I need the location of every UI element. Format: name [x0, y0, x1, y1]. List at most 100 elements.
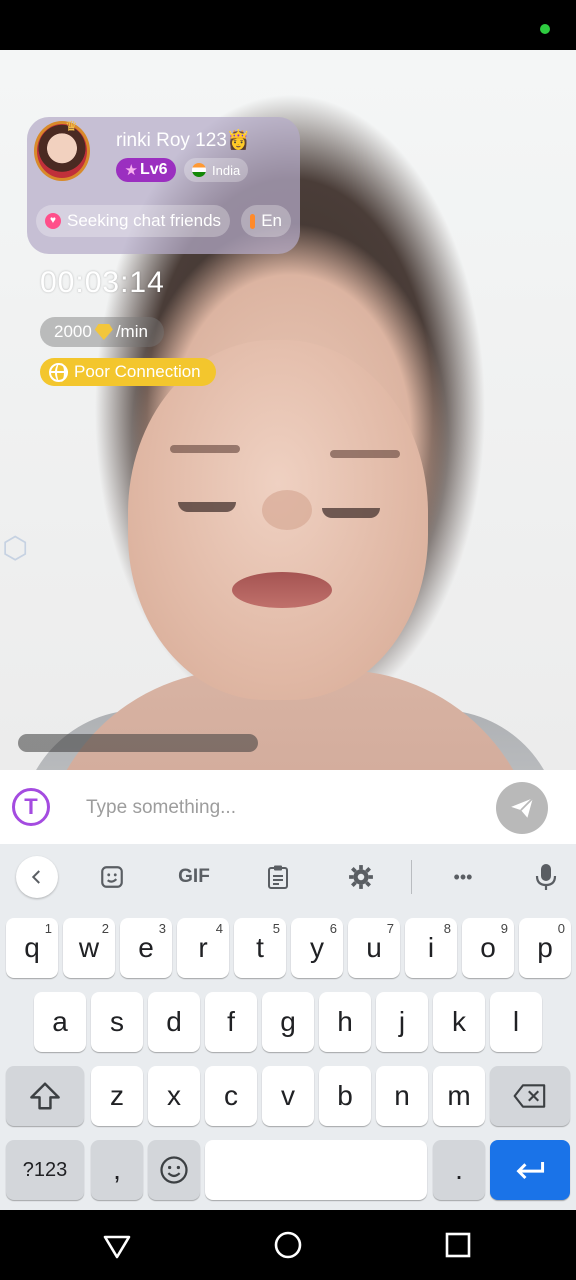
shift-key[interactable] [6, 1066, 84, 1126]
key-a[interactable]: a [34, 992, 86, 1052]
key-o[interactable]: o9 [462, 918, 514, 978]
key-hint: 8 [443, 921, 451, 936]
india-flag-icon [192, 163, 206, 177]
camera-indicator-icon [540, 24, 550, 34]
shift-arrow-icon [30, 1082, 60, 1110]
key-label: o [480, 932, 496, 963]
key-t[interactable]: t5 [234, 918, 286, 978]
gift-box-icon[interactable]: ⬡ [2, 532, 32, 566]
gif-button[interactable]: GIF [172, 856, 216, 898]
key-label: e [138, 932, 154, 963]
emoji-key[interactable] [148, 1140, 200, 1200]
key-q[interactable]: q1 [6, 918, 58, 978]
period-key[interactable]: . [433, 1140, 485, 1200]
enter-arrow-icon [516, 1162, 545, 1180]
key-z[interactable]: z [91, 1066, 143, 1126]
backspace-icon [513, 1084, 546, 1108]
key-hint: 4 [215, 921, 223, 936]
video-brow-right [330, 450, 400, 458]
translate-icon[interactable]: T [12, 788, 50, 826]
key-h[interactable]: h [319, 992, 371, 1052]
key-e[interactable]: e3 [120, 918, 172, 978]
key-l[interactable]: l [490, 992, 542, 1052]
price-amount: 2000 [54, 322, 92, 341]
key-hint: 5 [272, 921, 280, 936]
sticker-icon[interactable] [90, 856, 134, 898]
language-tag-label: En [261, 211, 282, 230]
video-nose [262, 490, 312, 530]
key-s[interactable]: s [91, 992, 143, 1052]
message-input-bar: T [0, 770, 576, 844]
video-lips [232, 572, 332, 608]
key-d[interactable]: d [148, 992, 200, 1052]
key-g[interactable]: g [262, 992, 314, 1052]
system-navigation-bar [0, 1210, 576, 1280]
microphone-icon[interactable] [524, 856, 568, 898]
profile-name: rinki Roy 123👸 [116, 130, 251, 151]
key-p[interactable]: p0 [519, 918, 571, 978]
send-icon [511, 797, 534, 818]
video-eye-left [178, 502, 236, 512]
connection-status-badge: Poor Connection [40, 358, 216, 386]
call-price-badge: 2000 /min [40, 317, 164, 347]
clipboard-icon[interactable] [256, 856, 300, 898]
key-m[interactable]: m [433, 1066, 485, 1126]
chevron-left-icon[interactable] [16, 856, 58, 898]
emoji-icon [160, 1156, 188, 1184]
interest-tag: ♥ Seeking chat friends [36, 205, 231, 237]
key-label: y [310, 932, 324, 963]
key-hint: 3 [158, 921, 166, 936]
key-k[interactable]: k [433, 992, 485, 1052]
key-label: w [78, 932, 100, 963]
status-bar [0, 0, 576, 50]
backspace-key[interactable] [490, 1066, 570, 1126]
key-hint: 0 [557, 921, 565, 936]
avatar[interactable]: ♛ [34, 118, 90, 181]
key-hint: 7 [386, 921, 394, 936]
price-unit: /min [115, 322, 148, 341]
key-v[interactable]: v [262, 1066, 314, 1126]
gear-icon[interactable] [339, 856, 383, 898]
key-j[interactable]: j [376, 992, 428, 1052]
key-w[interactable]: w2 [63, 918, 115, 978]
soft-keyboard: GIF ••• q1 w2 e3 r4 t5 y6 u7 i8 o9 p0 a … [0, 844, 576, 1210]
recents-square-icon[interactable] [441, 1228, 475, 1262]
key-y[interactable]: y6 [291, 918, 343, 978]
key-x[interactable]: x [148, 1066, 200, 1126]
key-u[interactable]: u7 [348, 918, 400, 978]
key-hint: 1 [44, 921, 52, 936]
key-r[interactable]: r4 [177, 918, 229, 978]
video-brow-left [170, 445, 240, 453]
key-label: i [427, 932, 435, 963]
message-input[interactable] [76, 790, 476, 826]
key-label: r [198, 932, 208, 963]
diamond-icon [94, 324, 113, 340]
profile-card[interactable]: ♛ rinki Roy 123👸 ★ Lv6 India ♥ Seeking c… [27, 117, 300, 254]
key-hint: 6 [329, 921, 337, 936]
key-n[interactable]: n [376, 1066, 428, 1126]
chat-bubble-icon [250, 213, 256, 229]
key-c[interactable]: c [205, 1066, 257, 1126]
more-options-icon[interactable]: ••• [441, 856, 485, 898]
send-button[interactable] [496, 782, 548, 834]
connection-status-label: Poor Connection [74, 362, 201, 381]
enter-key[interactable] [490, 1140, 570, 1200]
symbols-key[interactable]: ?123 [6, 1140, 84, 1200]
key-hint: 2 [101, 921, 109, 936]
subtitle-bar [18, 734, 258, 752]
back-triangle-icon[interactable] [100, 1228, 134, 1262]
space-key[interactable] [205, 1140, 427, 1200]
globe-icon [49, 362, 68, 382]
star-icon: ★ [124, 162, 138, 179]
call-timer: 00:03:14 [40, 266, 165, 299]
key-f[interactable]: f [205, 992, 257, 1052]
home-circle-icon[interactable] [271, 1228, 305, 1262]
language-tag: En [241, 205, 291, 237]
key-b[interactable]: b [319, 1066, 371, 1126]
comma-key[interactable]: , [91, 1140, 143, 1200]
interest-tag-label: Seeking chat friends [67, 211, 222, 230]
key-label: t [256, 932, 264, 963]
heart-icon: ♥ [45, 213, 61, 229]
key-i[interactable]: i8 [405, 918, 457, 978]
key-label: p [537, 932, 553, 963]
